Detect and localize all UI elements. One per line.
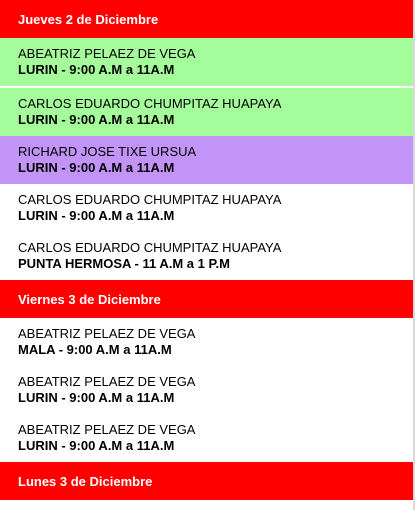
person-name: ABEATRIZ PELAEZ DE VEGA	[18, 374, 196, 389]
list-item: CARLOS EDUARDO CHUMPITAZ HUAPAYA LURIN -…	[0, 184, 413, 232]
list-item: ABEATRIZ PELAEZ DE VEGA LURIN - 9:00 A.M…	[0, 414, 413, 462]
location-time: LURIN - 9:00 A.M a 11A.M	[18, 160, 175, 175]
day-header-lunes: Lunes 3 de Diciembre	[0, 462, 413, 500]
list-item: ABEATRIZ PELAEZ DE VEGA LURIN - 9:00 A.M…	[0, 366, 413, 414]
location-time: LURIN - 9:00 A.M a 11A.M	[18, 438, 175, 453]
person-name: ABEATRIZ PELAEZ DE VEGA	[18, 326, 196, 341]
location-time: LURIN - 9:00 A.M a 11A.M	[18, 390, 175, 405]
location-time: LURIN - 9:00 A.M a 11A.M	[18, 208, 175, 223]
person-name: CARLOS EDUARDO CHUMPITAZ HUAPAYA	[18, 96, 282, 111]
list-item: CARLOS EDUARDO CHUMPITAZ HUAPAYA PUNTA H…	[0, 232, 413, 280]
location-time: LURIN - 9:00 A.M a 11A.M	[18, 112, 175, 127]
person-name: CARLOS EDUARDO CHUMPITAZ HUAPAYA	[18, 192, 282, 207]
schedule-list: Jueves 2 de Diciembre ABEATRIZ PELAEZ DE…	[0, 0, 415, 510]
person-name: ABEATRIZ PELAEZ DE VEGA	[18, 422, 196, 437]
person-name: CARLOS EDUARDO CHUMPITAZ HUAPAYA	[18, 240, 282, 255]
day-header-viernes: Viernes 3 de Diciembre	[0, 280, 413, 318]
person-name: ABEATRIZ PELAEZ DE VEGA	[18, 46, 196, 61]
location-time: PUNTA HERMOSA - 11 A.M a 1 P.M	[18, 256, 230, 271]
list-item: RICHARD JOSE TIXE URSUA LURIN - 9:00 A.M…	[0, 136, 413, 184]
location-time: MALA - 9:00 A.M a 11A.M	[18, 342, 172, 357]
list-item: CARLOS EDUARDO CHUMPITAZ HUAPAYA LURIN -…	[0, 88, 413, 136]
list-item: ABEATRIZ PELAEZ DE VEGA LURIN - 9:00 A.M…	[0, 38, 413, 86]
day-header-jueves: Jueves 2 de Diciembre	[0, 0, 413, 38]
list-item: ABEATRIZ PELAEZ DE VEGA MALA - 9:00 A.M …	[0, 318, 413, 366]
location-time: LURIN - 9:00 A.M a 11A.M	[18, 62, 175, 77]
day-header-label: Lunes 3 de Diciembre	[18, 473, 153, 489]
person-name: RICHARD JOSE TIXE URSUA	[18, 144, 197, 159]
day-header-label: Jueves 2 de Diciembre	[18, 11, 159, 27]
day-header-label: Viernes 3 de Diciembre	[18, 291, 161, 307]
